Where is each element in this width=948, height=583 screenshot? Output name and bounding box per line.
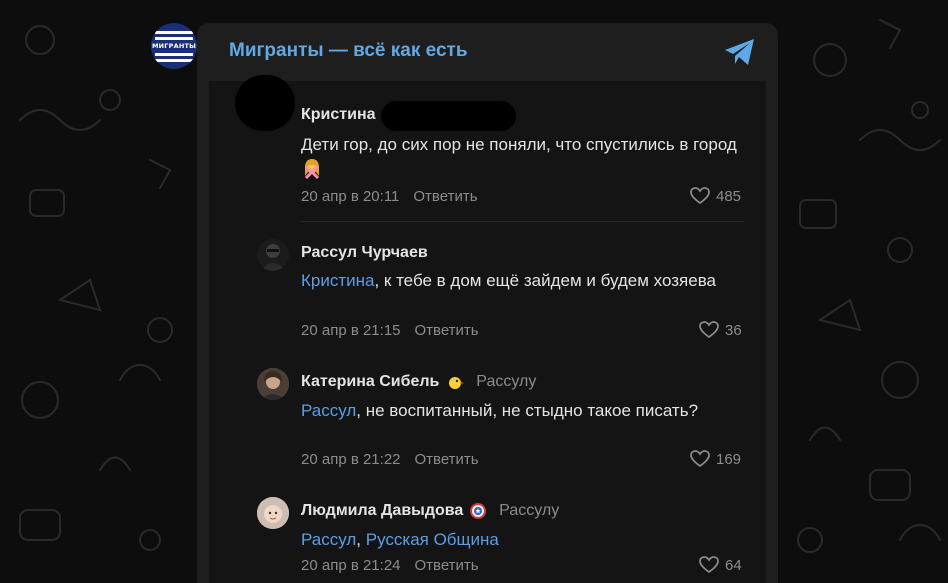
comment-item: Кристина Дети гор, до сих пор не поняли,… xyxy=(209,75,766,205)
comment-text: Дети гор, до сих пор не поняли, что спус… xyxy=(301,133,761,180)
heart-icon xyxy=(699,321,719,339)
like-button[interactable]: 169 xyxy=(690,450,741,468)
redacted-avatar xyxy=(235,75,295,131)
mention-link[interactable]: Рассул xyxy=(301,530,356,549)
mention-separator: , xyxy=(356,530,366,549)
avatar[interactable] xyxy=(257,239,289,271)
mention-link[interactable]: Рассул xyxy=(301,401,356,420)
chick-emoji xyxy=(448,376,464,389)
heart-icon xyxy=(690,187,710,205)
avatar[interactable] xyxy=(257,497,289,529)
like-count: 64 xyxy=(725,556,742,574)
comment-text: Кристина, к тебе в дом ещё зайдем и буде… xyxy=(301,269,721,292)
comment-meta: 20 апр в 21:22 Ответить xyxy=(301,451,479,468)
comment-body: Дети гор, до сих пор не поняли, что спус… xyxy=(301,135,737,154)
comment-date: 20 апр в 20:11 xyxy=(301,188,400,205)
comment-text: Рассул, не воспитанный, не стыдно такое … xyxy=(301,399,721,422)
reply-to-label[interactable]: Рассулу xyxy=(499,502,559,519)
comment-date: 20 апр в 21:24 xyxy=(301,557,401,574)
comment-meta: 20 апр в 20:11 Ответить xyxy=(301,188,478,205)
comment-divider xyxy=(301,221,744,222)
comment-author[interactable]: Катерина Сибель Рассулу xyxy=(301,373,536,391)
author-name: Катерина Сибель xyxy=(301,373,440,390)
captain-america-shield-emoji xyxy=(469,503,486,519)
reply-button[interactable]: Ответить xyxy=(415,557,479,574)
comment-author[interactable]: Рассул Чурчаев xyxy=(301,244,428,262)
channel-title[interactable]: Мигранты — всё как есть xyxy=(229,40,468,62)
reply-button[interactable]: Ответить xyxy=(415,451,479,468)
like-button[interactable]: 36 xyxy=(699,321,742,339)
comment-date: 20 апр в 21:15 xyxy=(301,322,401,339)
woman-gesturing-no-emoji xyxy=(304,158,320,179)
comment-item: Катерина Сибель Рассулу Рассул, не воспи… xyxy=(209,365,766,480)
channel-avatar[interactable]: МИГРАНТЫ xyxy=(151,23,197,69)
comment-item: Рассул Чурчаев Кристина, к тебе в дом ещ… xyxy=(209,236,766,346)
channel-post: Мигранты — всё как есть Кристина Дети го… xyxy=(197,23,778,583)
heart-icon xyxy=(699,556,719,574)
like-button[interactable]: 64 xyxy=(699,556,742,574)
like-button[interactable]: 485 xyxy=(690,187,741,205)
like-count: 169 xyxy=(716,450,742,468)
comments-screenshot: Кристина Дети гор, до сих пор не поняли,… xyxy=(209,75,766,583)
mention-link[interactable]: Кристина xyxy=(301,271,374,290)
comment-text: Рассул, Русская Община xyxy=(301,528,721,551)
comment-author[interactable]: Людмила Давыдова Рассулу xyxy=(301,502,559,520)
post-header: Мигранты — всё как есть xyxy=(197,23,778,81)
comment-meta: 20 апр в 21:15 Ответить xyxy=(301,322,479,339)
reply-button[interactable]: Ответить xyxy=(413,188,477,205)
avatar[interactable] xyxy=(257,368,289,400)
comment-author[interactable]: Кристина xyxy=(301,106,376,124)
comment-body: , к тебе в дом ещё зайдем и будем хозяев… xyxy=(374,271,716,290)
like-count: 36 xyxy=(725,321,742,339)
like-count: 485 xyxy=(716,187,742,205)
reply-button[interactable]: Ответить xyxy=(415,322,479,339)
comment-item: Людмила Давыдова Рассулу Рассул, Русская… xyxy=(209,494,766,583)
reply-to-label[interactable]: Рассулу xyxy=(476,373,536,390)
telegram-share-icon[interactable] xyxy=(723,37,757,67)
heart-icon xyxy=(690,450,710,468)
comment-meta: 20 апр в 21:24 Ответить xyxy=(301,557,479,574)
comment-date: 20 апр в 21:22 xyxy=(301,451,401,468)
mention-link-community[interactable]: Русская Община xyxy=(366,530,499,549)
channel-logo-text: МИГРАНТЫ xyxy=(151,42,197,51)
redacted-surname xyxy=(381,101,516,131)
comment-body: , не воспитанный, не стыдно такое писать… xyxy=(356,401,699,420)
author-name: Людмила Давыдова xyxy=(301,502,464,520)
